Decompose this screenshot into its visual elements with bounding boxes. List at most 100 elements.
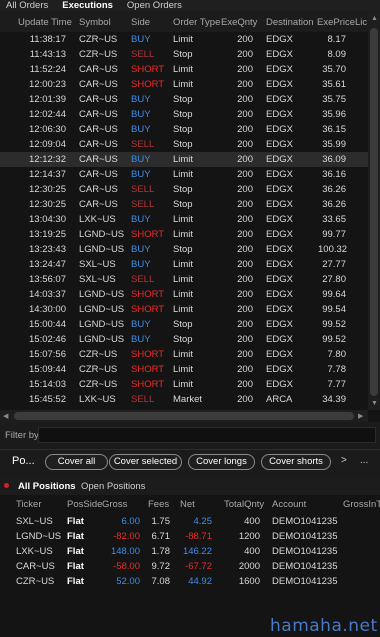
cell-symbol: LGND~US [79,229,125,240]
cell-order-type: Stop [173,244,193,255]
header-destination[interactable]: Destination [266,17,314,28]
horizontal-scroll-thumb[interactable] [14,412,354,420]
cell-exe-qnty: 200 [237,184,253,195]
cell-exe-price: 35.70 [322,64,346,75]
table-row[interactable]: 12:06:30 CAR~US BUY Stop 200 EDGX 36.15 [0,122,368,137]
header-update-time[interactable]: Update Time [18,17,72,28]
cell-symbol: SXL~US [79,259,116,270]
scroll-right-icon[interactable]: ▶ [358,412,363,420]
header-posside[interactable]: PosSide [67,499,102,510]
table-row[interactable]: 15:09:44 CZR~US SHORT Limit 200 EDGX 7.78 [0,362,368,377]
table-row[interactable]: 12:30:25 CAR~US SELL Stop 200 EDGX 36.26 [0,182,368,197]
cell-order-type: Stop [173,334,193,345]
table-row[interactable]: 13:24:47 SXL~US BUY Limit 200 EDGX 27.77 [0,257,368,272]
cell-gross: 6.00 [121,516,141,527]
header-fees[interactable]: Fees [148,499,169,510]
tab-open-positions[interactable]: Open Positions [81,481,145,492]
table-row[interactable]: 11:52:24 CAR~US SHORT Limit 200 EDGX 35.70 [0,62,368,77]
table-row[interactable]: LGND~US Flat -82.00 6.71 -88.71 1200 DEMO10412… [0,530,380,545]
table-row[interactable]: 14:03:37 LGND~US SHORT Limit 200 EDGX 99.64 [0,287,368,302]
table-row[interactable]: 12:02:44 CAR~US BUY Stop 200 EDGX 35.96 [0,107,368,122]
cell-order-type: Limit [173,304,194,315]
scroll-up-icon[interactable]: ▲ [371,15,378,22]
cell-time: 12:00:23 [29,79,66,90]
header-ticker[interactable]: Ticker [16,499,42,510]
cell-side: BUY [131,334,151,345]
cell-side: BUY [131,259,151,270]
cell-exe-qnty: 200 [237,214,253,225]
cell-side: SELL [131,274,155,285]
table-row[interactable]: CZR~US Flat 52.00 7.08 44.92 1600 DEMO1041235 [0,575,380,590]
tab-all-positions[interactable]: All Positions [18,481,76,492]
table-row[interactable]: 12:00:23 CAR~US SHORT Limit 200 EDGX 35.61 [0,77,368,92]
filter-input[interactable] [38,427,376,443]
table-row[interactable]: 12:12:32 CAR~US BUY Limit 200 EDGX 36.09 [0,152,368,167]
cell-destination: EDGX [266,49,293,60]
vertical-scroll-thumb[interactable] [370,28,378,396]
cell-symbol: LGND~US [79,334,125,345]
cover-all-button[interactable]: Cover all [45,454,108,470]
tab-all-orders[interactable]: All Orders [6,0,48,11]
cell-exe-price: 7.80 [327,349,347,360]
cell-exe-price: 100.32 [318,244,348,255]
cell-side: SELL [131,139,155,150]
cell-exe-price: 27.77 [322,259,346,270]
header-exe-qnty[interactable]: ExeQnty [221,17,257,28]
cell-destination: EDGX [266,319,293,330]
cell-exe-qnty: 200 [237,259,253,270]
scroll-down-icon[interactable]: ▼ [371,400,378,407]
cell-gross: -82.00 [113,531,140,542]
cover-shorts-button[interactable]: Cover shorts [261,454,331,470]
cover-longs-button[interactable]: Cover longs [188,454,255,470]
cell-destination: EDGX [266,124,293,135]
header-lic[interactable]: Lic [355,17,367,28]
positions-toolbar: Po... Cover all Cover selected Cover lon… [0,449,380,474]
next-icon[interactable]: > [341,455,347,466]
executions-vertical-scrollbar[interactable]: ▲ ▼ [368,12,380,410]
cell-exe-qnty: 200 [237,229,253,240]
header-symbol[interactable]: Symbol [79,17,111,28]
cover-selected-button[interactable]: Cover selected [109,454,182,470]
table-row[interactable]: 12:01:39 CAR~US BUY Stop 200 EDGX 35.75 [0,92,368,107]
cell-total-qnty: 1200 [238,531,260,542]
table-row[interactable]: 15:02:46 LGND~US BUY Stop 200 EDGX 99.52 [0,332,368,347]
cell-symbol: CAR~US [79,154,118,165]
table-row[interactable]: 13:04:30 LXK~US BUY Limit 200 EDGX 33.65 [0,212,368,227]
table-row[interactable]: 13:23:43 LGND~US BUY Stop 200 EDGX 100.32 [0,242,368,257]
table-row[interactable]: 11:43:13 CZR~US SELL Stop 200 EDGX 8.09 [0,47,368,62]
header-side[interactable]: Side [131,17,150,28]
header-gross-in-t[interactable]: GrossInT [343,499,380,510]
cell-destination: ARCA [266,394,293,405]
table-row[interactable]: 13:56:07 SXL~US SELL Limit 200 EDGX 27.80 [0,272,368,287]
table-row[interactable]: 13:19:25 LGND~US SHORT Limit 200 EDGX 99.77 [0,227,368,242]
more-icon[interactable]: ... [360,455,368,466]
header-net[interactable]: Net [180,499,195,510]
table-row[interactable]: 15:45:52 LXK~US SELL Market 200 ARCA 34.39 [0,392,368,407]
table-row[interactable]: 15:14:03 CZR~US SHORT Limit 200 EDGX 7.77 [0,377,368,392]
cell-order-type: Limit [173,259,194,270]
scroll-left-icon[interactable]: ◀ [3,412,8,420]
header-exe-price[interactable]: ExePrice [317,17,355,28]
executions-horizontal-scrollbar[interactable]: ◀ ▶ [0,410,368,422]
header-account[interactable]: Account [272,499,306,510]
header-total-qnty[interactable]: TotalQnty [224,499,264,510]
table-row[interactable]: 12:30:25 CAR~US SELL Stop 200 EDGX 36.26 [0,197,368,212]
tab-executions[interactable]: Executions [62,0,113,11]
header-gross[interactable]: Gross [102,499,127,510]
table-row[interactable]: LXK~US Flat 148.00 1.78 146.22 400 DEMO1041235 [0,545,380,560]
cell-destination: EDGX [266,244,293,255]
table-row[interactable]: 14:30:00 LGND~US SHORT Limit 200 EDGX 99.54 [0,302,368,317]
table-row[interactable]: 15:00:44 LGND~US BUY Stop 200 EDGX 99.52 [0,317,368,332]
table-row[interactable]: 12:09:04 CAR~US SELL Stop 200 EDGX 35.99 [0,137,368,152]
header-order-type[interactable]: Order Type [173,17,220,28]
cell-posside: Flat [67,531,84,542]
table-row[interactable]: 15:07:56 CZR~US SHORT Limit 200 EDGX 7.80 [0,347,368,362]
cell-symbol: CZR~US [79,49,118,60]
table-row[interactable]: SXL~US Flat 6.00 1.75 4.25 400 DEMO1041235 [0,515,380,530]
cell-symbol: CAR~US [79,109,118,120]
cell-symbol: LGND~US [79,304,125,315]
tab-open-orders[interactable]: Open Orders [127,0,182,11]
table-row[interactable]: CAR~US Flat -58.00 9.72 -67.72 2000 DEMO104123… [0,560,380,575]
table-row[interactable]: 12:14:37 CAR~US BUY Limit 200 EDGX 36.16 [0,167,368,182]
table-row[interactable]: 11:38:17 CZR~US BUY Limit 200 EDGX 8.17 [0,32,368,47]
